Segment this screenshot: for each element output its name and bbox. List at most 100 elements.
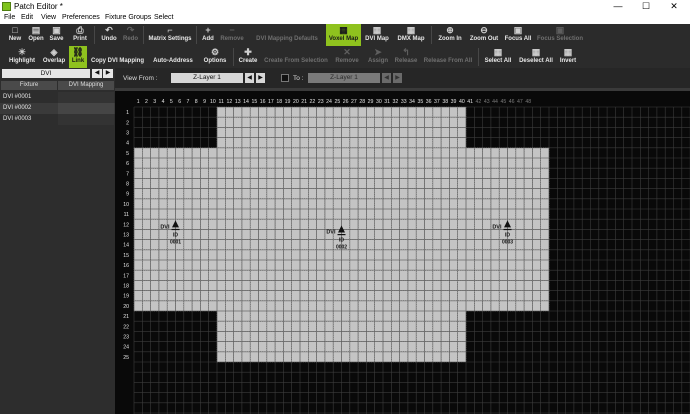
- fixture-panel: DVI ◀ ▶ Fixture DVI Mapping DVI #0001 DV…: [0, 68, 115, 414]
- range-checkbox[interactable]: [281, 74, 289, 82]
- zoom-in-button[interactable]: ⊕ Zoom In: [435, 24, 465, 46]
- focus-all-icon: ▣: [513, 25, 523, 35]
- matrix-settings-button[interactable]: ⌐ Matrix Settings: [147, 24, 193, 46]
- column-number: 14: [243, 99, 249, 105]
- fixture-row[interactable]: DVI #0001: [0, 92, 115, 103]
- app-icon: [2, 2, 11, 11]
- column-number: 34: [409, 99, 415, 105]
- deselect-all-button[interactable]: ▦ Deselect All: [517, 46, 555, 68]
- dvi-map-button[interactable]: ▦ DVI Map: [363, 24, 391, 46]
- column-number: 44: [492, 99, 498, 105]
- focus-selection-icon: ▣: [555, 25, 565, 35]
- row-number: 19: [123, 294, 129, 300]
- assign-button[interactable]: ➤ Assign: [366, 46, 390, 68]
- row-number: 20: [123, 304, 129, 310]
- open-button[interactable]: ▤ Open: [26, 24, 46, 46]
- row-number: 25: [123, 355, 129, 361]
- fixture-id-value: 0003: [502, 239, 513, 245]
- invert-button[interactable]: ▦ Invert: [557, 46, 579, 68]
- release-button[interactable]: ↰ Release: [393, 46, 419, 68]
- prev-dvi-button[interactable]: ◀: [92, 69, 102, 78]
- voxel-map-canvas[interactable]: 1 2 3 4 5 6 7 8 9 10 11 12 13 14 15 16 17 18 19 20 21 22 23 24 2…: [115, 91, 690, 414]
- voxel-grid[interactable]: 1 2 3 4 5 6 7 8 9 10 11 12 13 14 15 16 17 18 19 20 21 22 23 24 2…: [115, 91, 690, 414]
- overlap-button[interactable]: ◈ Overlap: [40, 46, 68, 68]
- column-number: 38: [442, 99, 448, 105]
- fixture-marker-icon: [171, 228, 180, 231]
- dvi-mapping-cell: [58, 114, 114, 125]
- new-icon: □: [12, 25, 18, 35]
- copy-dvi-mapping-button[interactable]: Copy DVI Mapping: [90, 46, 145, 68]
- gear-icon: ⚙: [210, 47, 220, 57]
- view-from-label: View From :: [123, 75, 158, 82]
- column-number: 10: [210, 99, 216, 105]
- voxel-map-button[interactable]: ▦ Voxel Map: [326, 24, 361, 46]
- row-number: 12: [123, 222, 129, 228]
- dmx-map-button[interactable]: ▦ DMX Map: [395, 24, 427, 46]
- print-button[interactable]: ⎙ Print: [70, 24, 90, 46]
- column-number: 42: [476, 99, 482, 105]
- undo-button[interactable]: ↶ Undo: [99, 24, 119, 46]
- column-header-dvi-mapping[interactable]: DVI Mapping: [58, 81, 114, 90]
- view-to-select[interactable]: Z-Layer 1: [308, 73, 380, 83]
- column-number: 26: [343, 99, 349, 105]
- link-button[interactable]: ⛓ Link: [69, 46, 87, 68]
- column-number: 31: [384, 99, 390, 105]
- column-number: 3: [153, 99, 156, 105]
- toolbar-divider: [94, 26, 95, 44]
- menu-file[interactable]: File: [4, 14, 15, 21]
- next-dvi-button[interactable]: ▶: [103, 69, 113, 78]
- menu-fixture-groups[interactable]: Fixture Groups: [105, 14, 151, 21]
- column-header-fixture[interactable]: Fixture: [1, 81, 57, 90]
- menu-edit[interactable]: Edit: [21, 14, 33, 21]
- release-from-all-button[interactable]: Release From All: [423, 46, 473, 68]
- minimize-button[interactable]: —: [604, 0, 632, 13]
- column-number: 17: [268, 99, 274, 105]
- fixture-name: DVI #0001: [3, 94, 32, 100]
- invert-icon: ▦: [563, 47, 573, 57]
- dvi-mapping-defaults-button[interactable]: DVI Mapping Defaults: [250, 24, 324, 46]
- fixture-row[interactable]: DVI #0003: [0, 114, 115, 125]
- column-number: 12: [227, 99, 233, 105]
- auto-address-button[interactable]: Auto-Address: [150, 46, 196, 68]
- focus-selection-button[interactable]: ▣ Focus Selection: [536, 24, 584, 46]
- view-to-next-button[interactable]: ▶: [393, 73, 402, 83]
- column-number: 25: [334, 99, 340, 105]
- view-to-prev-button[interactable]: ◀: [382, 73, 391, 83]
- row-number: 21: [123, 314, 129, 320]
- focus-all-button[interactable]: ▣ Focus All: [503, 24, 533, 46]
- column-number: 35: [417, 99, 423, 105]
- create-button[interactable]: ✚ Create: [237, 46, 259, 68]
- link-icon: ⛓: [72, 47, 84, 57]
- fixture-row[interactable]: DVI #0002: [0, 103, 115, 114]
- menu-select[interactable]: Select: [154, 14, 173, 21]
- edit-toolbar: ☀ Highlight ◈ Overlap ⛓ Link Copy DVI Mappi…: [0, 46, 690, 69]
- zoom-out-button[interactable]: ⊖ Zoom Out: [468, 24, 500, 46]
- close-button[interactable]: ✕: [660, 0, 688, 13]
- fixture-id-value: 0001: [170, 239, 181, 245]
- select-all-button[interactable]: ▦ Select All: [483, 46, 513, 68]
- toolbar-divider: [196, 26, 197, 44]
- save-button[interactable]: ▣ Save: [47, 24, 66, 46]
- menu-view[interactable]: View: [41, 14, 56, 21]
- create-from-selection-button[interactable]: Create From Selection: [263, 46, 329, 68]
- options-button[interactable]: ⚙ Options: [201, 46, 229, 68]
- column-number: 28: [359, 99, 365, 105]
- remove-link-button[interactable]: ✕ Remove: [333, 46, 361, 68]
- column-number: 40: [459, 99, 465, 105]
- redo-button[interactable]: ↷ Redo: [121, 24, 140, 46]
- main-toolbar: □ New ▤ Open ▣ Save ⎙ Print ↶ Undo ↷ Redo ⌐ Mat…: [0, 24, 690, 47]
- view-from-prev-button[interactable]: ◀: [245, 73, 254, 83]
- highlight-button[interactable]: ☀ Highlight: [6, 46, 38, 68]
- view-from-select[interactable]: Z-Layer 1: [171, 73, 243, 83]
- zoom-in-icon: ⊕: [446, 25, 454, 35]
- row-number: 23: [123, 335, 129, 341]
- add-button[interactable]: + Add: [200, 24, 216, 46]
- overlap-icon: ◈: [50, 47, 58, 57]
- column-number: 24: [326, 99, 332, 105]
- new-button[interactable]: □ New: [4, 24, 26, 46]
- dvi-selector[interactable]: DVI: [2, 69, 90, 78]
- menu-preferences[interactable]: Preferences: [62, 14, 100, 21]
- view-from-next-button[interactable]: ▶: [256, 73, 265, 83]
- maximize-button[interactable]: ☐: [632, 0, 660, 13]
- remove-button[interactable]: − Remove: [219, 24, 245, 46]
